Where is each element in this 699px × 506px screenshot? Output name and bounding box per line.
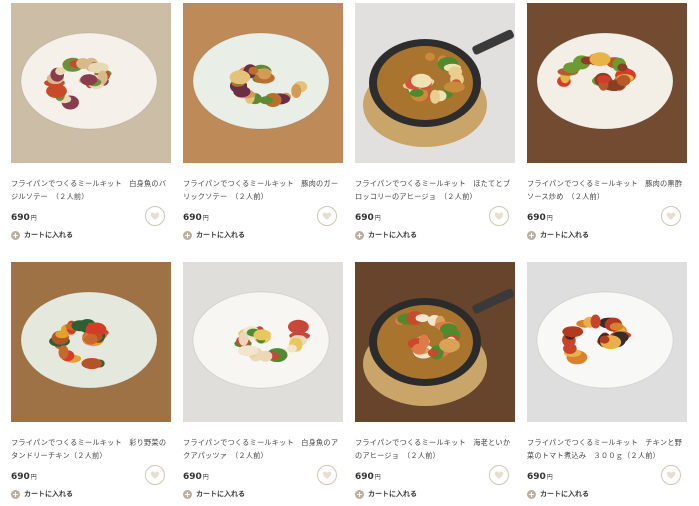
favorite-button[interactable] (661, 465, 681, 485)
product-card[interactable]: フライパンでつくるミールキット 豚肉のガーリックソテー （２人前） 690円 + カー… (183, 3, 343, 240)
plus-icon: + (11, 489, 20, 499)
price-currency: 円 (546, 215, 553, 222)
product-card[interactable]: フライパンでつくるミールキット チキンと野菜のトマト煮込み ３００ｇ（２人前） 6… (527, 262, 687, 499)
product-title[interactable]: フライパンでつくるミールキット 白身魚のアクアパッツァ （２人前） (183, 436, 343, 462)
product-title[interactable]: フライパンでつくるミールキット 海老といかのアヒージョ （２人前） (355, 436, 515, 462)
add-to-cart-label: カートに入れる (196, 231, 245, 239)
add-to-cart-button[interactable]: + カートに入れる (527, 489, 687, 499)
heart-icon (494, 212, 504, 220)
product-card[interactable]: フライパンでつくるミールキット 白身魚のバジルソテー （２人前） 690円 + カート… (11, 3, 171, 240)
product-photo-illustration (355, 262, 515, 422)
heart-icon (150, 471, 160, 479)
add-to-cart-label: カートに入れる (368, 231, 417, 239)
product-image[interactable] (183, 3, 343, 163)
heart-icon (666, 212, 676, 220)
product-photo-illustration (527, 262, 687, 422)
product-title[interactable]: フライパンでつくるミールキット 彩り野菜のタンドリーチキン（２人前） (11, 436, 171, 462)
plus-icon: + (355, 230, 364, 240)
product-image[interactable] (527, 3, 687, 163)
add-to-cart-label: カートに入れる (24, 231, 73, 239)
product-grid: フライパンでつくるミールキット 白身魚のバジルソテー （２人前） 690円 + カート… (0, 0, 699, 506)
product-card[interactable]: フライパンでつくるミールキット ほたてとブロッコリーのアヒージョ （２人前） 69… (355, 3, 515, 240)
price-currency: 円 (202, 215, 209, 222)
heart-icon (322, 471, 332, 479)
product-title[interactable]: フライパンでつくるミールキット チキンと野菜のトマト煮込み ３００ｇ（２人前） (527, 436, 687, 462)
price-currency: 円 (374, 474, 381, 481)
product-title[interactable]: フライパンでつくるミールキット 白身魚のバジルソテー （２人前） (11, 177, 171, 203)
product-card[interactable]: フライパンでつくるミールキット 海老といかのアヒージョ （２人前） 690円 + カー… (355, 262, 515, 499)
product-image[interactable] (11, 262, 171, 422)
add-to-cart-label: カートに入れる (368, 490, 417, 498)
favorite-button[interactable] (145, 206, 165, 226)
plus-icon: + (183, 489, 192, 499)
price-currency: 円 (30, 474, 37, 481)
favorite-button[interactable] (317, 465, 337, 485)
favorite-button[interactable] (489, 206, 509, 226)
add-to-cart-button[interactable]: + カートに入れる (183, 489, 343, 499)
plus-icon: + (11, 230, 20, 240)
price-currency: 円 (546, 474, 553, 481)
favorite-button[interactable] (145, 465, 165, 485)
price-value: 690 (11, 213, 30, 223)
price-value: 690 (355, 472, 374, 482)
price-value: 690 (355, 213, 374, 223)
add-to-cart-button[interactable]: + カートに入れる (355, 489, 515, 499)
product-card[interactable]: フライパンでつくるミールキット 彩り野菜のタンドリーチキン（２人前） 690円 + カ… (11, 262, 171, 499)
heart-icon (322, 212, 332, 220)
price-currency: 円 (374, 215, 381, 222)
heart-icon (666, 471, 676, 479)
plus-icon: + (527, 230, 536, 240)
price-value: 690 (183, 472, 202, 482)
price-value: 690 (527, 472, 546, 482)
plus-icon: + (527, 489, 536, 499)
add-to-cart-label: カートに入れる (196, 490, 245, 498)
add-to-cart-button[interactable]: + カートに入れる (183, 230, 343, 240)
favorite-button[interactable] (661, 206, 681, 226)
product-image[interactable] (355, 262, 515, 422)
favorite-button[interactable] (489, 465, 509, 485)
plus-icon: + (183, 230, 192, 240)
plus-icon: + (355, 489, 364, 499)
product-photo-illustration (183, 3, 343, 163)
price-value: 690 (183, 213, 202, 223)
product-title[interactable]: フライパンでつくるミールキット 豚肉のガーリックソテー （２人前） (183, 177, 343, 203)
product-card[interactable]: フライパンでつくるミールキット 豚肉の黒酢ソース炒め （２人前） 690円 + カート… (527, 3, 687, 240)
product-card[interactable]: フライパンでつくるミールキット 白身魚のアクアパッツァ （２人前） 690円 + カー… (183, 262, 343, 499)
product-image[interactable] (355, 3, 515, 163)
add-to-cart-label: カートに入れる (24, 490, 73, 498)
add-to-cart-button[interactable]: + カートに入れる (527, 230, 687, 240)
price-currency: 円 (202, 474, 209, 481)
price-value: 690 (11, 472, 30, 482)
price-currency: 円 (30, 215, 37, 222)
add-to-cart-button[interactable]: + カートに入れる (11, 489, 171, 499)
heart-icon (150, 212, 160, 220)
add-to-cart-button[interactable]: + カートに入れる (355, 230, 515, 240)
add-to-cart-button[interactable]: + カートに入れる (11, 230, 171, 240)
add-to-cart-label: カートに入れる (540, 231, 589, 239)
product-title[interactable]: フライパンでつくるミールキット ほたてとブロッコリーのアヒージョ （２人前） (355, 177, 515, 203)
heart-icon (494, 471, 504, 479)
product-image[interactable] (527, 262, 687, 422)
favorite-button[interactable] (317, 206, 337, 226)
price-value: 690 (527, 213, 546, 223)
product-photo-illustration (11, 262, 171, 422)
add-to-cart-label: カートに入れる (540, 490, 589, 498)
product-image[interactable] (11, 3, 171, 163)
product-photo-illustration (355, 3, 515, 163)
product-image[interactable] (183, 262, 343, 422)
product-photo-illustration (183, 262, 343, 422)
product-photo-illustration (11, 3, 171, 163)
product-title[interactable]: フライパンでつくるミールキット 豚肉の黒酢ソース炒め （２人前） (527, 177, 687, 203)
product-photo-illustration (527, 3, 687, 163)
